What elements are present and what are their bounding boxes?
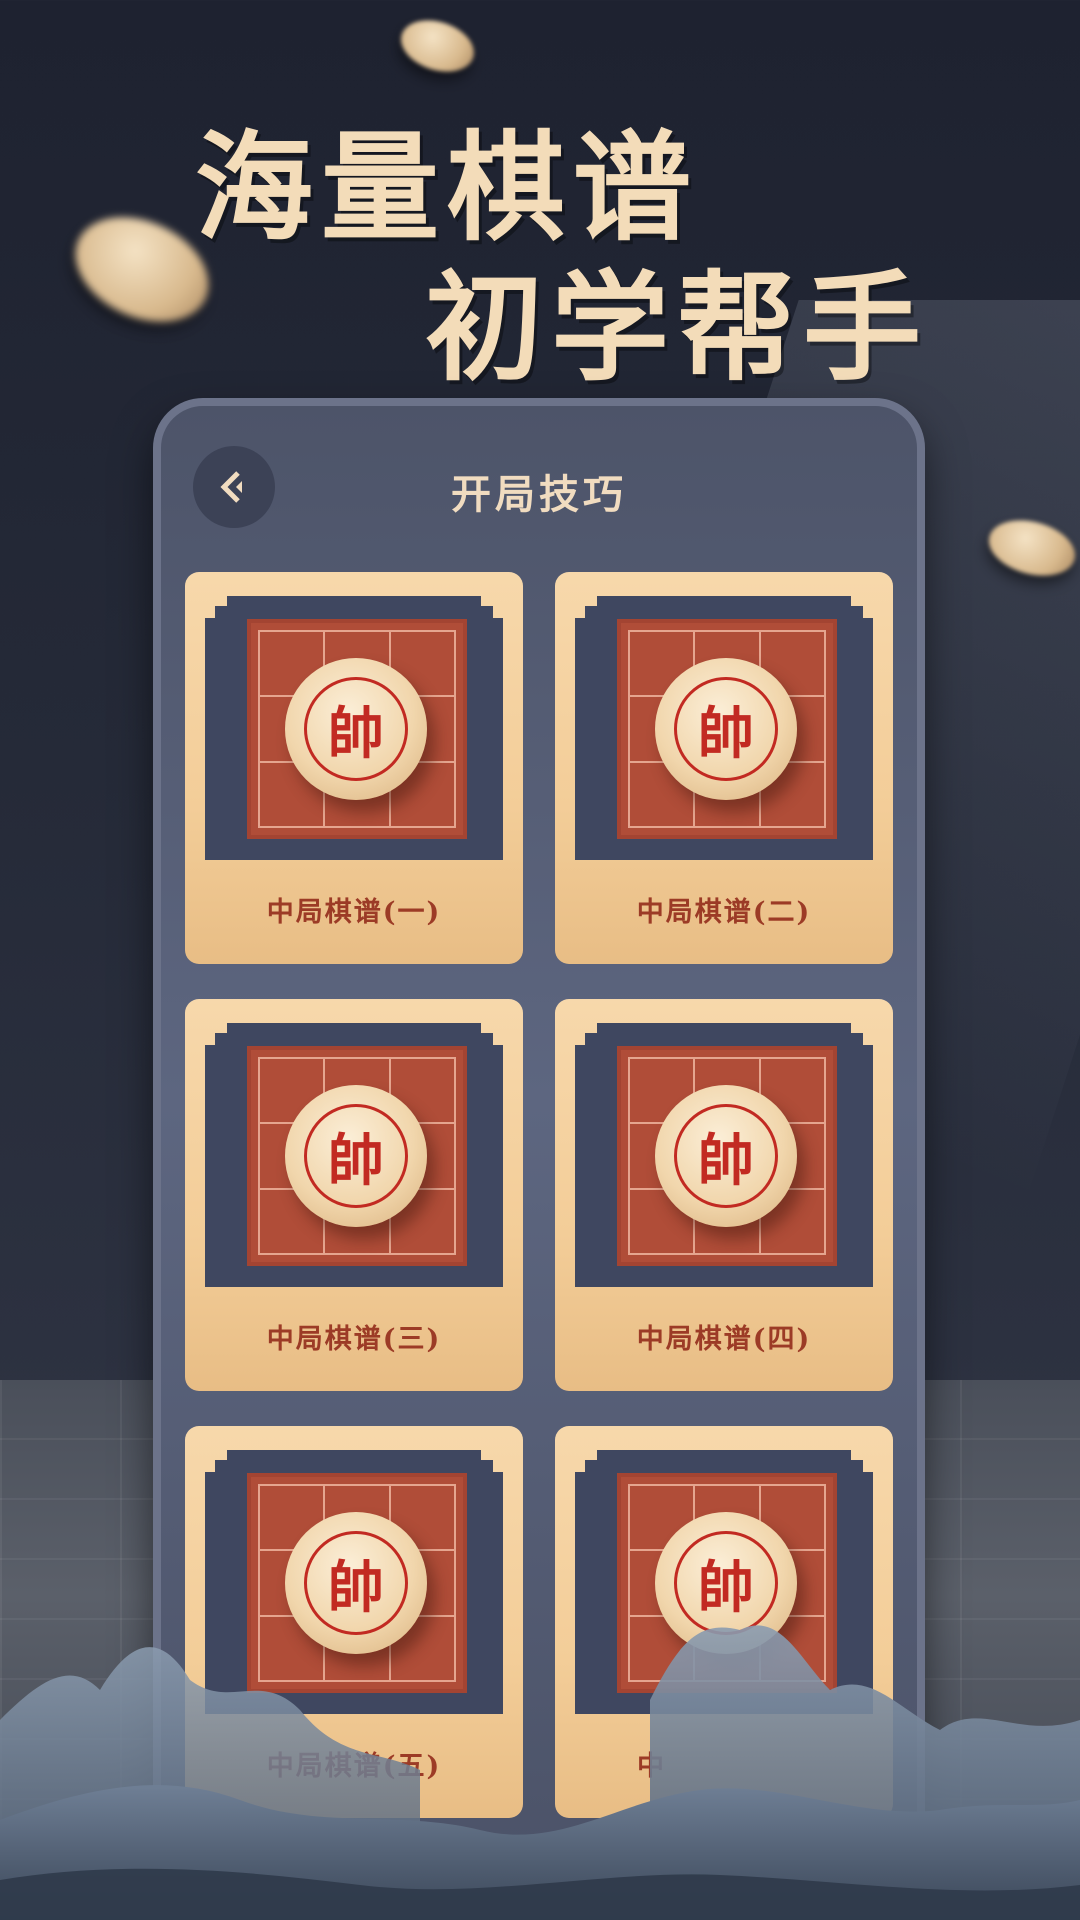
shuai-chess-piece: 帥: [655, 658, 797, 800]
shuai-chess-piece: 帥: [655, 1085, 797, 1227]
piece-character: 帥: [674, 1104, 778, 1208]
manual-card[interactable]: 帥 中局棋谱(二): [555, 572, 893, 964]
shuai-chess-piece: 帥: [285, 658, 427, 800]
piece-character: 帥: [304, 677, 408, 781]
shuai-chess-piece: 帥: [285, 1085, 427, 1227]
card-label: 中局棋谱(一): [266, 897, 442, 928]
ink-mountains-decoration: [0, 1625, 1080, 1920]
floating-chess-piece: [394, 11, 481, 81]
card-label: 中局棋谱(二): [636, 897, 812, 928]
headline-line-2: 初学帮手: [425, 258, 930, 397]
piece-character: 帥: [304, 1104, 408, 1208]
piece-character: 帥: [674, 677, 778, 781]
manual-card[interactable]: 帥 中局棋谱(三): [185, 999, 523, 1391]
card-label: 中局棋谱(四): [636, 1324, 812, 1355]
manual-card[interactable]: 帥 中局棋谱(四): [555, 999, 893, 1391]
card-label: 中局棋谱(三): [266, 1324, 442, 1355]
manual-card[interactable]: 帥 中局棋谱(一): [185, 572, 523, 964]
page-title: 开局技巧: [451, 471, 627, 518]
